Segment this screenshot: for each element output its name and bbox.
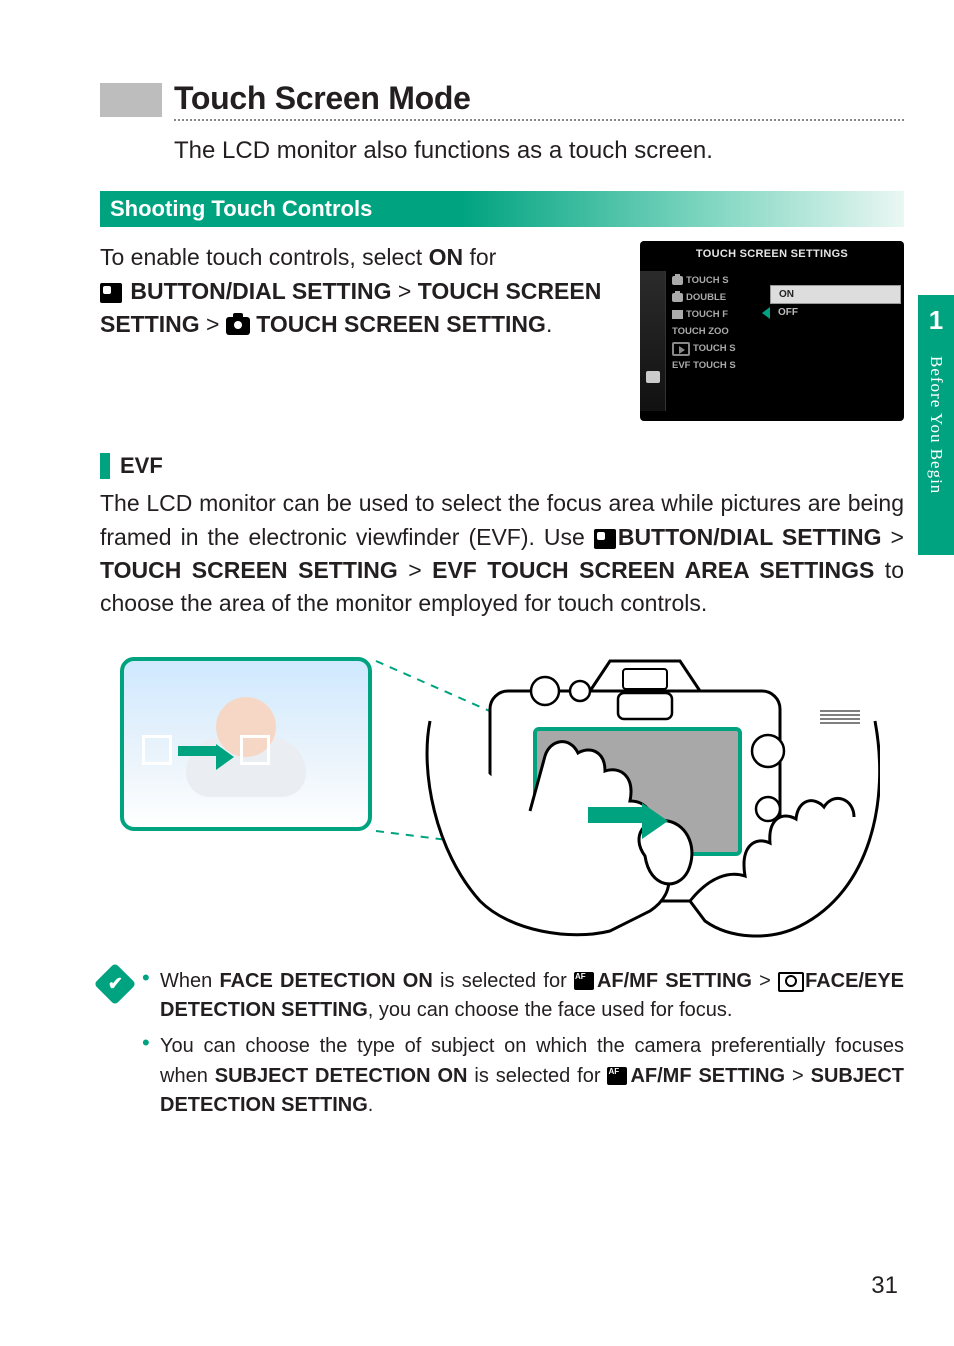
text: To enable touch controls, select (100, 244, 429, 270)
menu-item-label: TOUCH S (693, 343, 736, 354)
focus-box (240, 735, 270, 765)
chapter-tab: 1 Before You Begin (918, 295, 954, 555)
menu-path: TOUCH SCREEN SETTING (100, 557, 398, 583)
text-on: ON (429, 244, 464, 270)
menu-item-label: TOUCH S (686, 275, 729, 286)
wrench-icon (100, 283, 122, 303)
text: . (546, 311, 552, 337)
page-number: 31 (871, 1272, 898, 1300)
text: > (392, 278, 418, 304)
heading-row: Touch Screen Mode (100, 80, 904, 117)
menu-path: BUTTON/DIAL SETTING (618, 524, 882, 550)
menu-arrow-icon (762, 307, 770, 319)
menu-path: AF/MF SETTING (597, 970, 752, 992)
text: > (785, 1065, 811, 1087)
menu-item-label: TOUCH F (686, 309, 728, 320)
menu-item-label: DOUBLE (686, 292, 726, 303)
subheading-bar-icon (100, 453, 110, 479)
subheading: EVF (100, 453, 904, 479)
illustration (120, 651, 880, 951)
text-bold: SUBJECT DETECTION ON (215, 1065, 468, 1087)
menu-item: TOUCH S (666, 339, 766, 356)
section-bar: Shooting Touch Controls (100, 191, 904, 227)
wrench-icon (646, 371, 660, 383)
menu-path: TOUCH SCREEN SETTING (250, 311, 546, 337)
afmf-icon (574, 972, 594, 990)
text-bold: FACE DETECTION ON (219, 970, 432, 992)
menu-path: AF/MF SETTING (630, 1065, 785, 1087)
menu-item: DOUBLE (666, 288, 766, 305)
page: 1 Before You Begin Touch Screen Mode The… (0, 0, 954, 1346)
text: When (160, 970, 219, 992)
tip-item: You can choose the type of subject on wh… (142, 1032, 904, 1121)
text: > (200, 311, 226, 337)
heading-underline (174, 119, 904, 121)
text: > (882, 524, 904, 550)
chapter-number: 1 (929, 305, 943, 336)
menu-path: BUTTON/DIAL SETTING (130, 278, 391, 304)
text: , you can choose the face used for focus… (368, 999, 733, 1021)
lead-text: The LCD monitor also functions as a touc… (174, 135, 904, 167)
menu-title: TOUCH SCREEN SETTINGS (640, 241, 904, 270)
fn-icon (672, 310, 683, 319)
menu-item: TOUCH S (666, 271, 766, 288)
camera-icon (672, 293, 683, 302)
tip-item: When FACE DETECTION ON is selected for A… (142, 967, 904, 1026)
afmf-icon (607, 1067, 627, 1085)
text: > (398, 557, 432, 583)
face-icon (778, 972, 802, 990)
camera-menu-screenshot: TOUCH SCREEN SETTINGS TOUCH S DOUBLE TOU… (640, 241, 904, 421)
menu-sidebar (640, 271, 666, 411)
text: is selected for (433, 970, 574, 992)
menu-item: EVF TOUCH S (666, 356, 766, 373)
evf-paragraph: The LCD monitor can be used to select th… (100, 487, 904, 620)
tip-block: When FACE DETECTION ON is selected for A… (100, 967, 904, 1127)
tip-check-icon (94, 963, 136, 1005)
menu-body: TOUCH S DOUBLE TOUCH F TOUCH ZOO TOUCH S… (666, 271, 904, 411)
menu-options: ON OFF (770, 285, 901, 323)
focus-box (142, 735, 172, 765)
heading-block-icon (100, 83, 162, 117)
menu-option-off: OFF (770, 304, 901, 323)
menu-item-label: EVF TOUCH S (672, 360, 736, 371)
chapter-label: Before You Begin (926, 356, 946, 494)
subheading-text: EVF (120, 453, 163, 479)
menu-item: TOUCH F (666, 305, 766, 322)
camera-icon (226, 317, 250, 335)
text: . (368, 1094, 374, 1116)
menu-path: EVF TOUCH SCREEN AREA SETTINGS (432, 557, 874, 583)
text: is selected for (467, 1065, 607, 1087)
tip-list: When FACE DETECTION ON is selected for A… (142, 967, 904, 1127)
page-title: Touch Screen Mode (174, 80, 471, 117)
lcd-preview (120, 657, 372, 831)
intro-row: To enable touch controls, select ON for … (100, 241, 904, 421)
wrench-icon (594, 529, 616, 549)
camera-icon (672, 276, 683, 285)
play-icon (672, 342, 690, 356)
intro-text: To enable touch controls, select ON for … (100, 241, 620, 421)
menu-item-label: TOUCH ZOO (672, 326, 729, 337)
text: > (752, 970, 778, 992)
arrow-icon (178, 741, 234, 761)
menu-option-on: ON (770, 285, 901, 304)
arrow-icon (588, 797, 674, 833)
menu-items: TOUCH S DOUBLE TOUCH F TOUCH ZOO TOUCH S… (666, 271, 766, 373)
text: for (463, 244, 496, 270)
menu-item: TOUCH ZOO (666, 322, 766, 339)
